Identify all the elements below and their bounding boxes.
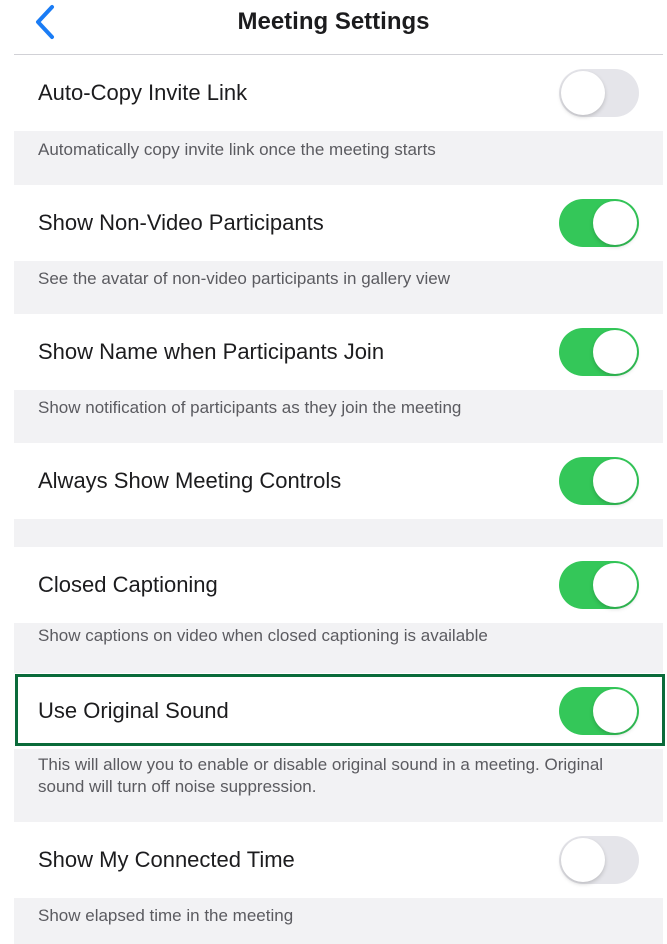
- setting-row-always-show-meeting-controls: Always Show Meeting Controls: [14, 443, 663, 519]
- show-non-video-participants-toggle[interactable]: [559, 199, 639, 247]
- show-my-connected-time-toggle[interactable]: [559, 836, 639, 884]
- toggle-knob: [593, 459, 637, 503]
- toggle-knob: [593, 563, 637, 607]
- setting-description: Show notification of participants as the…: [38, 398, 462, 417]
- setting-row-closed-captioning: Closed Captioning: [14, 547, 663, 623]
- page-title: Meeting Settings: [237, 8, 430, 35]
- setting-row-auto-copy-invite-link: Auto-Copy Invite Link: [14, 55, 663, 131]
- nav-header: Meeting Settings: [0, 0, 667, 54]
- setting-label: Show Name when Participants Join: [38, 339, 385, 364]
- show-name-when-participants-join-toggle[interactable]: [559, 328, 639, 376]
- toggle-knob: [593, 689, 637, 733]
- setting-row-show-my-connected-time: Show My Connected Time: [14, 822, 663, 898]
- setting-description: See the avatar of non-video participants…: [38, 269, 451, 288]
- meeting-settings-screen: Meeting Settings Auto-Copy Invite Link A…: [0, 0, 667, 944]
- setting-description: Show elapsed time in the meeting: [38, 906, 294, 925]
- setting-label: Show My Connected Time: [38, 847, 295, 872]
- auto-copy-invite-link-toggle[interactable]: [559, 69, 639, 117]
- toggle-knob: [561, 71, 605, 115]
- settings-list: Auto-Copy Invite Link Automatically copy…: [14, 55, 665, 944]
- setting-label: Show Non-Video Participants: [38, 210, 324, 235]
- toggle-knob: [593, 330, 637, 374]
- setting-description: Show captions on video when closed capti…: [38, 626, 488, 645]
- setting-description: Automatically copy invite link once the …: [38, 140, 436, 159]
- setting-row-use-original-sound: Use Original Sound: [14, 673, 663, 749]
- always-show-meeting-controls-toggle[interactable]: [559, 457, 639, 505]
- setting-label: Always Show Meeting Controls: [38, 468, 342, 493]
- setting-row-show-non-video-participants: Show Non-Video Participants: [14, 185, 663, 261]
- closed-captioning-toggle[interactable]: [559, 561, 639, 609]
- setting-row-show-name-when-participants-join: Show Name when Participants Join: [14, 314, 663, 390]
- setting-label: Auto-Copy Invite Link: [38, 80, 248, 105]
- setting-label: Closed Captioning: [38, 572, 218, 597]
- setting-description: This will allow you to enable or disable…: [38, 755, 604, 796]
- setting-label: Use Original Sound: [38, 698, 229, 723]
- toggle-knob: [593, 201, 637, 245]
- use-original-sound-toggle[interactable]: [559, 687, 639, 735]
- toggle-knob: [561, 838, 605, 882]
